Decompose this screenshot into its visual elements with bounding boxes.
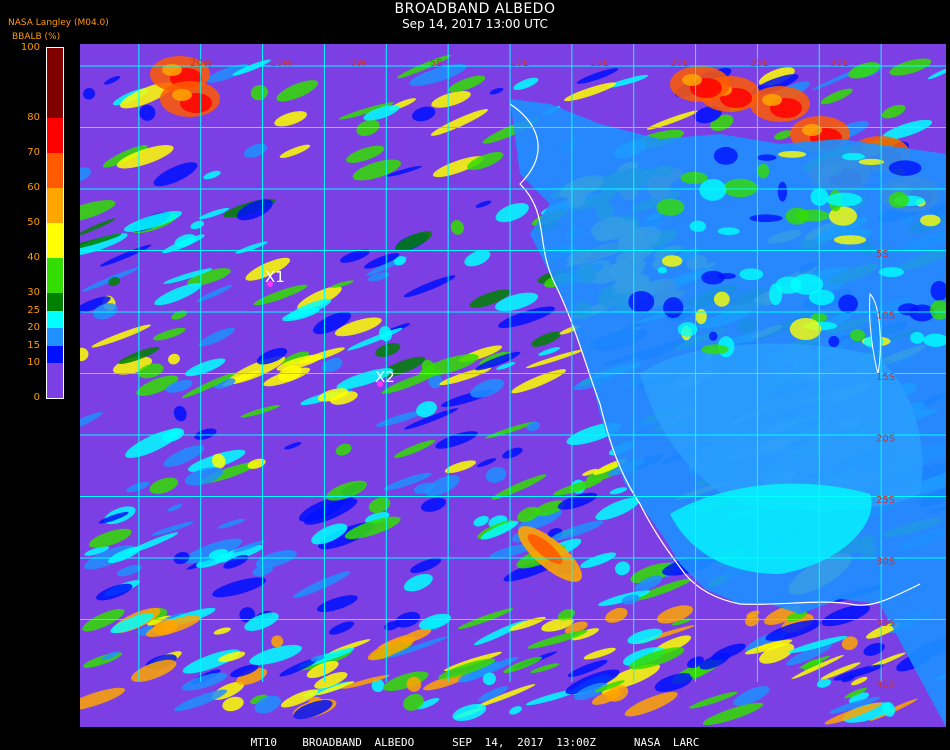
- cloud-cell: [858, 158, 885, 165]
- cloud-cell: [713, 291, 730, 307]
- legend-tick-label: 50: [27, 217, 40, 228]
- cloud-cell: [695, 309, 707, 325]
- legend-swatch: [47, 310, 63, 328]
- legend-tick-label: 25: [27, 304, 40, 316]
- legend-swatch: [47, 48, 63, 118]
- cloud-cell: [757, 163, 770, 179]
- legend-tick-label: 40: [27, 252, 40, 263]
- cloud-cell: [833, 235, 867, 245]
- legend-tick-label: 60: [27, 182, 40, 193]
- latitude-label: 5S: [876, 249, 889, 260]
- footer-caption: MT10 BROADBAND ALBEDO SEP 14, 2017 13:00…: [250, 736, 700, 749]
- albedo-map-canvas: 5S 10S 15S 20S 25S 30S 35S 40S 20W 10W 0W 5E 10E 15E 2…: [80, 44, 946, 727]
- cloud-cell: [717, 227, 740, 236]
- legend-swatch: [47, 188, 63, 223]
- cloud-cell: [838, 294, 858, 314]
- map-datetime: Sep 14, 2017 13:00 UTC: [402, 17, 548, 31]
- cloud-cell: [661, 255, 683, 267]
- cloud-cell: [701, 344, 729, 355]
- location-marker: X2: [375, 368, 395, 387]
- cloud-cell: [663, 297, 684, 319]
- legend-tick-label: 0: [33, 392, 40, 403]
- color-scale-bar: [46, 47, 64, 399]
- latitude-label: 20S: [876, 434, 895, 445]
- legend-tick-label: 70: [27, 147, 40, 158]
- cloud-cell: [749, 214, 783, 223]
- legend-tick-label: 30: [27, 287, 40, 298]
- location-marker: X1: [265, 268, 285, 287]
- latitude-label: 15S: [876, 372, 895, 383]
- cloud-cell: [739, 268, 764, 281]
- cloud-cell: [769, 283, 783, 306]
- legend-swatch: [47, 258, 63, 293]
- legend-swatch: [47, 223, 63, 258]
- cloud-cell: [689, 220, 707, 232]
- cloud-cell: [910, 331, 925, 344]
- cloud-cell: [708, 331, 718, 341]
- cloud-cell: [789, 318, 822, 341]
- cloud-cell: [808, 289, 835, 306]
- cloud-cell: [657, 267, 667, 274]
- legend-swatch: [47, 345, 63, 363]
- longitude-label: 25E: [750, 58, 769, 69]
- cloud-cell: [777, 181, 788, 202]
- legend-tick-label: 80: [27, 112, 40, 123]
- longitude-label: 10W: [270, 58, 293, 69]
- cloud-cell: [795, 209, 829, 222]
- latitude-label: 35S: [876, 618, 895, 629]
- cloud-cell: [762, 94, 782, 106]
- legend-swatch: [47, 328, 63, 346]
- cloud-cell: [723, 178, 758, 198]
- legend-tick-label: 10: [27, 357, 40, 368]
- map-title: BROADBAND ALBEDO: [394, 1, 556, 17]
- legend-swatch: [47, 153, 63, 188]
- cloud-cell: [849, 329, 866, 342]
- cloud-cell: [778, 150, 807, 158]
- cloud-cell: [713, 146, 738, 165]
- cloud-cell: [828, 335, 840, 348]
- cloud-cell: [888, 160, 922, 176]
- cloud-cell: [677, 322, 698, 337]
- cloud-cell: [172, 89, 192, 101]
- cloud-cell: [826, 192, 863, 207]
- cloud-cell: [717, 273, 736, 280]
- legend-tick-label: 20: [27, 322, 40, 333]
- marker-label: X1: [265, 268, 285, 286]
- cloud-cell: [920, 214, 941, 227]
- legend-swatch: [47, 363, 63, 398]
- marker-label: X2: [375, 368, 395, 386]
- latitude-label: 40S: [876, 680, 895, 691]
- longitude-label: 30E: [830, 58, 849, 69]
- cloud-cell: [878, 267, 905, 278]
- cloud-cell: [680, 171, 708, 184]
- longitude-label: 5E: [430, 58, 443, 69]
- longitude-label: 15E: [590, 58, 609, 69]
- source-label: NASA Langley (M04.0): [8, 18, 109, 28]
- cloud-cell: [888, 191, 909, 208]
- cloud-cell: [656, 198, 685, 216]
- cloud-cell: [628, 290, 655, 313]
- legend-title: BBALB (%): [12, 32, 61, 42]
- legend-swatch: [47, 118, 63, 153]
- latitude-label: 30S: [876, 557, 895, 568]
- cloud-cell: [841, 152, 865, 161]
- longitude-label: 0W: [350, 58, 366, 69]
- latitude-label: 25S: [876, 495, 895, 506]
- longitude-label: 20W: [190, 58, 213, 69]
- longitude-label: 10E: [510, 58, 529, 69]
- legend-tick-label: 15: [27, 339, 40, 351]
- legend-tick-label: 100: [20, 42, 40, 53]
- longitude-label: 20E: [670, 58, 689, 69]
- albedo-map: 5S 10S 15S 20S 25S 30S 35S 40S 20W 10W 0W 5E 10E 15E 2…: [80, 44, 946, 727]
- latitude-label: 10S: [876, 311, 895, 322]
- cloud-cell: [757, 154, 777, 161]
- cloud-cell: [699, 178, 727, 201]
- legend-swatch: [47, 293, 63, 311]
- cloud-cell: [682, 74, 702, 86]
